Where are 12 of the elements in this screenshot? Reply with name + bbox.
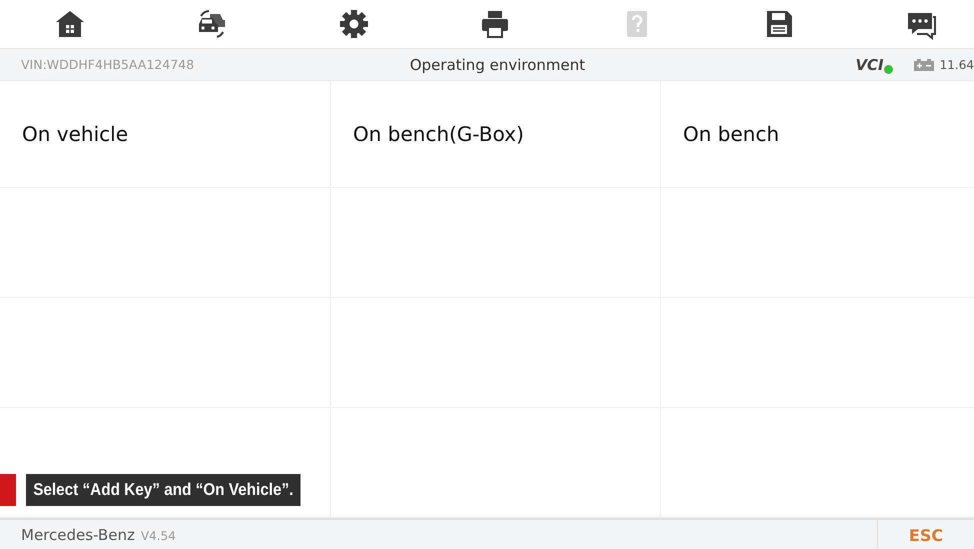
version-text: V4.54 <box>140 529 176 543</box>
brand-name: Mercedes-Benz <box>21 526 135 544</box>
screen-title: Operating environment <box>410 56 586 74</box>
option-cell[interactable]: On bench <box>661 81 974 188</box>
option-cell[interactable]: On bench(G-Box) <box>331 81 661 188</box>
vin-text: VIN:WDDHF4HB5AA124748 <box>21 57 196 72</box>
video-caption: Select “Add Key” and “On Vehicle”. <box>26 474 301 506</box>
vci-status: VCI <box>855 56 888 74</box>
option-cell[interactable]: On vehicle <box>0 81 331 188</box>
battery-voltage: 11.64 <box>940 58 974 72</box>
battery-icon <box>914 58 934 70</box>
caption-marker <box>0 474 16 506</box>
